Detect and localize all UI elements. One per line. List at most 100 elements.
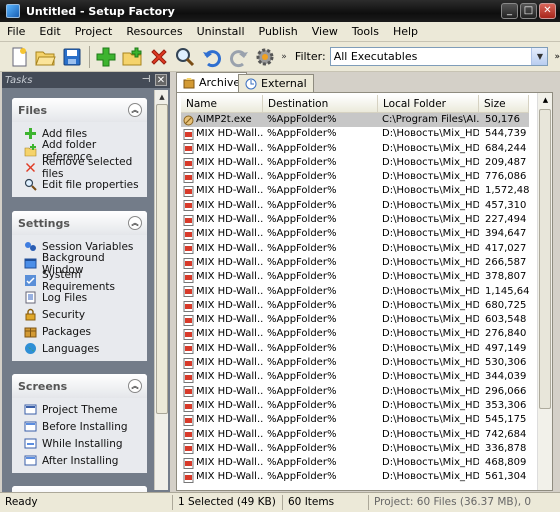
table-row[interactable]: MIX HD-Wall... %AppFolder% D:\Новость\Mix_… [181, 470, 529, 484]
task-while-installing[interactable]: While Installing [12, 435, 147, 452]
table-row[interactable]: MIX HD-Wall... %AppFolder% D:\Новость\Mix_… [181, 342, 529, 356]
settings-button[interactable] [252, 44, 278, 70]
menu-help[interactable]: Help [386, 22, 425, 42]
file-list-scrollbar[interactable]: ▲ [537, 93, 552, 490]
undo-button[interactable] [199, 44, 225, 70]
table-row[interactable]: MIX HD-Wall... %AppFolder% D:\Новость\Mix_… [181, 199, 529, 213]
tasks-panel: Files ︽ Add files Add folder reference R… [2, 88, 170, 492]
file-name: MIX HD-Wall... [196, 156, 263, 168]
cell-destination: %AppFolder% [267, 299, 337, 311]
tasks-panel-title: Tasks [5, 74, 33, 86]
table-row[interactable]: MIX HD-Wall... %AppFolder% D:\Новость\Mix_… [181, 313, 529, 327]
table-row[interactable]: MIX HD-Wall... %AppFolder% D:\Новость\Mix_… [181, 370, 529, 384]
table-row[interactable]: MIX HD-Wall... %AppFolder% D:\Новость\Mix_… [181, 156, 529, 170]
log-icon [25, 291, 36, 304]
task-packages[interactable]: Packages [12, 323, 147, 340]
table-row[interactable]: MIX HD-Wall... %AppFolder% D:\Новость\Mix_… [181, 170, 529, 184]
task-label: Languages [42, 342, 100, 355]
table-row[interactable]: MIX HD-Wall... %AppFolder% D:\Новость\Mix_… [181, 127, 529, 141]
task-project-theme[interactable]: Project Theme [12, 401, 147, 418]
table-row[interactable]: MIX HD-Wall... %AppFolder% D:\Новость\Mix_… [181, 270, 529, 284]
add-files-button[interactable] [93, 44, 119, 70]
files-group-header[interactable]: Files ︽ [12, 98, 147, 122]
collapse-icon[interactable]: ︽ [128, 216, 142, 230]
menu-project[interactable]: Project [68, 22, 120, 42]
scroll-thumb[interactable] [539, 109, 551, 409]
cell-destination: %AppFolder% [267, 471, 337, 483]
status-ready: Ready [5, 496, 38, 508]
table-row[interactable]: MIX HD-Wall... %AppFolder% D:\Новость\Mix_… [181, 456, 529, 470]
task-remove-selected-files[interactable]: Remove selected files [12, 156, 147, 180]
cell-size: 353,306 [485, 399, 527, 411]
toolbar-overflow-icon[interactable]: » [279, 52, 289, 62]
close-panel-icon[interactable]: ✕ [155, 74, 167, 86]
table-row[interactable]: MIX HD-Wall... %AppFolder% D:\Новость\Mix_… [181, 385, 529, 399]
column-size[interactable]: Size [479, 95, 529, 113]
table-row[interactable]: MIX HD-Wall... %AppFolder% D:\Новость\Mix_… [181, 356, 529, 370]
column-name[interactable]: Name [181, 95, 263, 113]
table-row[interactable]: MIX HD-Wall... %AppFolder% D:\Новость\Mix_… [181, 184, 529, 198]
cell-destination: %AppFolder% [267, 242, 337, 254]
title-bar[interactable]: Untitled - Setup Factory _ □ ✕ [0, 0, 560, 22]
collapse-icon[interactable]: ︽ [128, 379, 142, 393]
column-destination[interactable]: Destination [263, 95, 378, 113]
table-row[interactable]: MIX HD-Wall... %AppFolder% D:\Новость\Mix_… [181, 399, 529, 413]
scroll-thumb[interactable] [156, 104, 168, 414]
new-button[interactable] [6, 44, 32, 70]
table-row[interactable]: MIX HD-Wall... %AppFolder% D:\Новость\Mix_… [181, 442, 529, 456]
task-system-requirements[interactable]: System Requirements [12, 269, 147, 293]
add-folder-button[interactable] [119, 44, 145, 70]
pin-icon[interactable]: ⊣ [140, 74, 152, 86]
cell-name: MIX HD-Wall... [181, 142, 263, 156]
table-row[interactable]: MIX HD-Wall... %AppFolder% D:\Новость\Mix_… [181, 227, 529, 241]
task-before-installing[interactable]: Before Installing [12, 418, 147, 435]
minimize-button[interactable]: _ [501, 3, 518, 19]
table-row[interactable]: MIX HD-Wall... %AppFolder% D:\Новость\Mix_… [181, 242, 529, 256]
table-row[interactable]: MIX HD-Wall... %AppFolder% D:\Новость\Mix_… [181, 213, 529, 227]
table-row[interactable]: MIX HD-Wall... %AppFolder% D:\Новость\Mix_… [181, 428, 529, 442]
menu-bar: File Edit Project Resources Uninstall Pu… [0, 22, 560, 42]
save-button[interactable] [59, 44, 85, 70]
menu-tools[interactable]: Tools [345, 22, 386, 42]
maximize-button[interactable]: □ [520, 3, 537, 19]
collapse-icon[interactable]: ︽ [128, 103, 142, 117]
settings-icon [256, 48, 274, 65]
menu-resources[interactable]: Resources [119, 22, 189, 42]
remove-button[interactable] [146, 44, 172, 70]
menu-file[interactable]: File [0, 22, 32, 42]
menu-uninstall[interactable]: Uninstall [190, 22, 252, 42]
tab-external[interactable]: External [238, 74, 314, 92]
tab-archive[interactable]: Archive [176, 72, 248, 92]
toolbar-overflow-icon-2[interactable]: » [554, 52, 560, 62]
table-row[interactable]: MIX HD-Wall... %AppFolder% D:\Новость\Mix_… [181, 256, 529, 270]
scroll-up-icon[interactable]: ▲ [155, 90, 169, 104]
task-security[interactable]: Security [12, 306, 147, 323]
column-local-folder[interactable]: Local Folder [378, 95, 479, 113]
redo-button[interactable] [226, 44, 252, 70]
table-row[interactable]: AIMP2t.exe %AppFolder% C:\Program Files\AI… [181, 113, 529, 128]
menu-view[interactable]: View [305, 22, 345, 42]
settings-group-header[interactable]: Settings ︽ [12, 211, 147, 235]
table-row[interactable]: MIX HD-Wall... %AppFolder% D:\Новость\Mix_… [181, 285, 529, 299]
task-label: Edit file properties [42, 178, 139, 191]
tasks-scrollbar[interactable]: ▲ [154, 90, 168, 490]
cell-size: 50,176 [485, 114, 520, 125]
close-button[interactable]: ✕ [539, 3, 556, 19]
table-row[interactable]: MIX HD-Wall... %AppFolder% D:\Новость\Mix_… [181, 413, 529, 427]
screens-group-header[interactable]: Screens ︽ [12, 374, 147, 398]
task-languages[interactable]: Languages [12, 340, 147, 357]
filter-dropdown[interactable]: All Executables ▼ [329, 47, 549, 66]
chevron-down-icon[interactable]: ▼ [531, 48, 548, 65]
find-button[interactable] [173, 44, 199, 70]
task-edit-file-properties[interactable]: Edit file properties [12, 176, 147, 193]
open-button[interactable] [33, 44, 59, 70]
package-icon [24, 327, 37, 338]
table-row[interactable]: MIX HD-Wall... %AppFolder% D:\Новость\Mix_… [181, 327, 529, 341]
table-row[interactable]: MIX HD-Wall... %AppFolder% D:\Новость\Mix_… [181, 299, 529, 313]
scroll-up-icon[interactable]: ▲ [538, 93, 552, 108]
task-after-installing[interactable]: After Installing [12, 452, 147, 469]
menu-publish[interactable]: Publish [252, 22, 305, 42]
menu-edit[interactable]: Edit [32, 22, 67, 42]
table-row[interactable]: MIX HD-Wall... %AppFolder% D:\Новость\Mix_… [181, 142, 529, 156]
cell-destination: %AppFolder% [267, 328, 337, 340]
